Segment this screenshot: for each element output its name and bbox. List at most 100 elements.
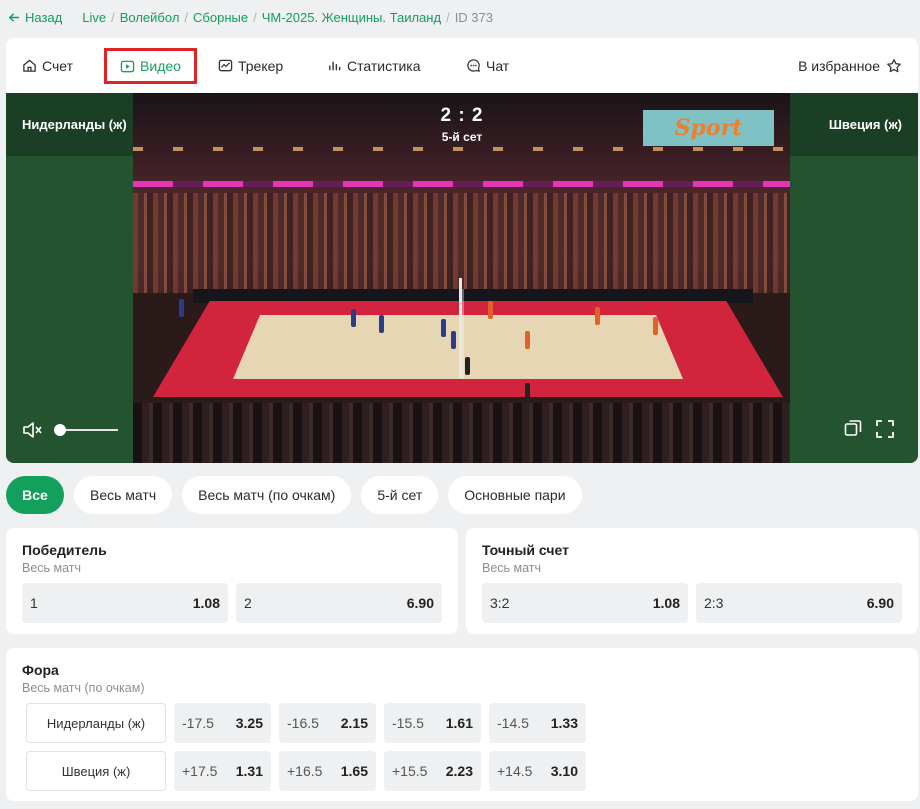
odd-value: 3.10: [550, 763, 578, 779]
tab-score-label: Счет: [42, 57, 73, 74]
handicap-odd[interactable]: +16.5 1.65: [279, 751, 376, 791]
handicap-odd[interactable]: -15.5 1.61: [384, 703, 481, 743]
video-player[interactable]: Нидерланды (ж) Швеция (ж) 2 : 2 5-й сет …: [6, 93, 918, 463]
front-crowd: [133, 403, 790, 463]
tab-tracker-label: Трекер: [238, 57, 284, 74]
odd-button[interactable]: 3:2 1.08: [482, 583, 688, 623]
odd-value: 6.90: [866, 595, 894, 611]
market-subtitle: Весь матч: [482, 561, 542, 575]
odd-value: 1.08: [192, 595, 220, 611]
play-icon: [120, 60, 135, 72]
handicap-odd[interactable]: +15.5 2.23: [384, 751, 481, 791]
market-winner: Победитель Весь матч 1 1.08 2 6.90: [6, 528, 458, 634]
breadcrumb-current: ID 373: [454, 9, 493, 25]
sport-logo: Sport: [643, 110, 774, 146]
tab-video-label: Видео: [140, 58, 181, 74]
star-icon: [887, 58, 901, 72]
odd-value: 1.61: [445, 715, 473, 731]
tab-chat[interactable]: Чат: [466, 38, 509, 93]
breadcrumb-live[interactable]: Live: [82, 10, 106, 25]
odd-value: 1.08: [652, 595, 680, 611]
breadcrumb-separator: /: [184, 9, 189, 25]
breadcrumb-national-teams[interactable]: Сборные: [193, 10, 248, 25]
video-side-away: [790, 93, 918, 463]
handicap-line: +17.5: [182, 763, 218, 779]
filter-main-bets[interactable]: Основные пари: [448, 476, 582, 514]
tab-statistics[interactable]: Статистика: [327, 38, 421, 93]
scoreboard: 2 : 2 5-й сет: [6, 105, 918, 144]
pip-icon: [844, 420, 862, 436]
video-frame: [133, 93, 790, 463]
odd-value: 2.23: [445, 763, 473, 779]
volume-slider[interactable]: [54, 424, 118, 436]
tracker-icon: [218, 59, 233, 72]
odd-value: 6.90: [406, 595, 434, 611]
volume-knob[interactable]: [54, 424, 66, 436]
chat-icon: [467, 59, 480, 72]
picture-in-picture-button[interactable]: [844, 419, 862, 437]
market-filters: Все Весь матч Весь матч (по очкам) 5-й с…: [6, 476, 582, 514]
handicap-odd[interactable]: +17.5 1.31: [174, 751, 271, 791]
current-set: 5-й сет: [441, 130, 483, 144]
filter-full-match[interactable]: Весь матч: [74, 476, 173, 514]
market-handicap: Фора Весь матч (по очкам) Нидерланды (ж)…: [6, 648, 918, 801]
tab-tracker[interactable]: Трекер: [218, 38, 283, 93]
breadcrumb-volleyball[interactable]: Волейбол: [120, 10, 180, 25]
breadcrumb: Назад Live / Волейбол / Сборные / ЧМ-202…: [8, 8, 493, 26]
tab-bar: Счет Видео Трекер Статистика Чат В избра…: [6, 38, 918, 93]
arrow-left-icon: [8, 12, 20, 22]
match-score: 2 : 2: [440, 105, 484, 126]
filter-set-5[interactable]: 5-й сет: [361, 476, 439, 514]
filter-all[interactable]: Все: [6, 476, 64, 514]
favorites-label: В избранное: [798, 57, 880, 74]
filter-full-match-points[interactable]: Весь матч (по очкам): [182, 476, 352, 514]
market-subtitle: Весь матч (по очкам): [22, 681, 145, 695]
odd-value: 2.15: [340, 715, 368, 731]
mute-button[interactable]: [22, 420, 44, 440]
market-subtitle: Весь матч: [22, 561, 82, 575]
odd-value: 1.33: [550, 715, 578, 731]
odd-label: 3:2: [490, 595, 510, 611]
speaker-muted-icon: [23, 422, 42, 438]
handicap-odd[interactable]: +14.5 3.10: [489, 751, 586, 791]
handicap-odd[interactable]: -17.5 3.25: [174, 703, 271, 743]
add-to-favorites-button[interactable]: В избранное: [798, 38, 902, 93]
handicap-line: +14.5: [497, 763, 533, 779]
breadcrumb-separator: /: [446, 9, 450, 25]
tab-video[interactable]: Видео: [104, 48, 197, 84]
handicap-odd[interactable]: -16.5 2.15: [279, 703, 376, 743]
market-title: Победитель: [22, 542, 107, 558]
handicap-line: -15.5: [392, 715, 424, 731]
breadcrumb-tournament[interactable]: ЧМ-2025. Женщины. Таиланд: [262, 10, 441, 25]
handicap-line: -14.5: [497, 715, 529, 731]
back-link[interactable]: Назад: [8, 10, 62, 25]
stats-icon: [329, 61, 341, 71]
tab-score[interactable]: Счет: [22, 38, 73, 93]
video-side-home: [6, 93, 133, 463]
tab-statistics-label: Статистика: [347, 57, 421, 74]
handicap-team-home: Нидерланды (ж): [26, 703, 166, 743]
match-panel: Счет Видео Трекер Статистика Чат В избра…: [6, 38, 918, 463]
handicap-line: -17.5: [182, 715, 214, 731]
odd-label: 2: [244, 595, 252, 611]
market-exact-score: Точный счет Весь матч 3:2 1.08 2:3 6.90: [466, 528, 918, 634]
market-title: Фора: [22, 662, 59, 678]
market-title: Точный счет: [482, 542, 569, 558]
breadcrumb-separator: /: [253, 9, 257, 25]
handicap-line: +15.5: [392, 763, 428, 779]
handicap-odd[interactable]: -14.5 1.33: [489, 703, 586, 743]
odd-button[interactable]: 2:3 6.90: [696, 583, 902, 623]
handicap-team-away: Швеция (ж): [26, 751, 166, 791]
home-icon: [23, 59, 36, 72]
odd-button[interactable]: 1 1.08: [22, 583, 228, 623]
back-label: Назад: [25, 9, 63, 25]
odd-label: 1: [30, 595, 38, 611]
odd-value: 3.25: [235, 715, 263, 731]
odd-label: 2:3: [704, 595, 724, 611]
tab-chat-label: Чат: [486, 57, 510, 74]
odd-value: 1.31: [235, 763, 263, 779]
sport-logo-text: Sport: [674, 115, 743, 141]
breadcrumb-separator: /: [111, 9, 115, 25]
odd-button[interactable]: 2 6.90: [236, 583, 442, 623]
fullscreen-button[interactable]: [875, 419, 895, 439]
